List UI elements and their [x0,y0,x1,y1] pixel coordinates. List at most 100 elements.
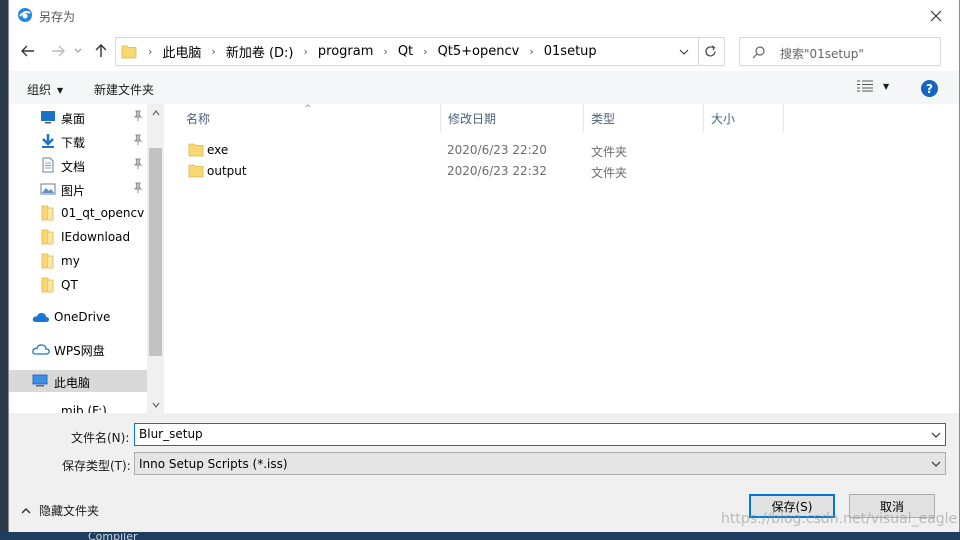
sidebar-item-label: my [61,254,80,268]
sidebar-item-iedownload[interactable]: IEdownload [9,226,147,248]
breadcrumb-separator-icon[interactable]: › [377,45,393,58]
breadcrumb: › 此电脑 › 新加卷 (D:) › program › Qt › Qt5+op… [142,38,601,65]
organize-menu-button[interactable]: 组织 ▼ [27,81,63,98]
breadcrumb-separator-icon[interactable]: › [523,45,539,58]
sidebar-item-label: 下载 [61,136,86,150]
filetype-label: 保存类型(T): [62,459,131,473]
sidebar-item-label: IEdownload [61,230,131,244]
refresh-icon [704,45,716,57]
organize-label: 组织 [27,83,52,97]
details-view-icon [857,80,873,92]
cloud-outline-icon [32,341,50,357]
sidebar-item-onedrive[interactable]: OneDrive [9,306,147,328]
sidebar-item-label: OneDrive [54,310,111,324]
breadcrumb-separator-icon[interactable]: › [205,45,221,58]
filename-label: 文件名(N): [71,431,130,445]
search-placeholder: 搜索"01setup" [780,47,864,61]
title-bar[interactable]: 另存为 [9,0,959,31]
scroll-down-button[interactable] [147,396,164,413]
file-date: 2020/6/23 22:20 [447,143,547,157]
new-folder-button[interactable]: 新建文件夹 [94,81,154,98]
file-type: 文件夹 [591,166,628,180]
view-options-button[interactable]: ▼ [857,80,889,92]
scrollbar-thumb[interactable] [149,148,162,356]
folder-icon [121,44,137,62]
help-button[interactable]: ? [921,80,938,97]
desktop-background [0,532,960,540]
breadcrumb-drive-d[interactable]: 新加卷 (D:) [222,42,298,61]
filename-input[interactable]: Blur_setup [134,423,946,446]
sidebar-item-this-pc[interactable]: 此电脑 [9,370,148,392]
up-button[interactable] [91,41,111,61]
sidebar-item-label: 01_qt_opencv [61,206,145,220]
address-bar[interactable]: › 此电脑 › 新加卷 (D:) › program › Qt › Qt5+op… [115,37,699,66]
file-name: output [207,164,247,178]
sidebar-item-drive-f[interactable]: mib (F:) [9,400,147,413]
sidebar-item-01-qt-opencv[interactable]: 01_qt_opencv [9,202,147,224]
sidebar-item-pictures[interactable]: 图片 [9,178,147,200]
sidebar-item-qt[interactable]: QT [9,274,147,296]
arrow-left-icon [21,45,34,57]
arrow-right-icon [52,45,65,57]
pin-icon[interactable] [133,134,143,149]
file-row[interactable]: exe 2020/6/23 22:20 文件夹 [164,139,784,160]
breadcrumb-qt5-opencv[interactable]: Qt5+opencv [434,44,524,59]
sidebar-item-label: 文档 [61,160,86,174]
cloud-icon [32,309,50,325]
sidebar-item-wps-cloud[interactable]: WPS网盘 [9,338,147,360]
caret-down-icon: ▼ [883,81,890,91]
download-icon [40,133,56,149]
search-box[interactable]: 搜索"01setup" [739,37,941,66]
sidebar-item-my[interactable]: my [9,250,147,272]
sidebar-item-label: mib (F:) [61,404,107,413]
navigation-pane-scrollbar[interactable] [147,104,164,413]
breadcrumb-01setup[interactable]: 01setup [540,44,601,59]
arrow-up-icon [95,44,107,57]
address-dropdown-button[interactable] [670,38,696,65]
breadcrumb-separator-icon[interactable]: › [142,45,158,58]
breadcrumb-program[interactable]: program [314,44,378,59]
forward-button[interactable] [48,41,68,61]
filetype-select[interactable]: Inno Setup Scripts (*.iss) [134,452,946,475]
window-title: 另存为 [39,10,76,24]
save-form: 文件名(N): Blur_setup 保存类型(T): Inno Setup S… [9,413,959,532]
sidebar-item-desktop[interactable]: 桌面 [9,106,147,128]
breadcrumb-this-pc[interactable]: 此电脑 [158,42,205,61]
sidebar-item-documents[interactable]: 文档 [9,154,147,176]
search-icon [752,45,766,62]
refresh-button[interactable] [696,37,725,66]
navigation-pane[interactable]: 桌面 下载 文档 图片 01_qt_opencv IEdownload my Q… [9,104,164,413]
chevron-up-icon [21,507,31,513]
close-icon [930,10,942,21]
chevron-down-icon [152,402,159,408]
recent-locations-button[interactable] [71,41,85,61]
folder-icon [188,163,204,181]
chevron-down-icon [74,48,82,53]
filetype-dropdown-button[interactable] [927,453,945,474]
back-button[interactable] [18,41,38,61]
breadcrumb-separator-icon[interactable]: › [298,45,314,58]
pin-icon[interactable] [133,158,143,173]
breadcrumb-separator-icon[interactable]: › [417,45,433,58]
file-row[interactable]: output 2020/6/23 22:32 文件夹 [164,160,784,181]
file-list[interactable]: ^ 名称 修改日期 类型 大小 exe 2020/6/23 22:20 文件夹 … [164,104,952,413]
breadcrumb-qt[interactable]: Qt [394,44,417,59]
pin-icon[interactable] [133,182,143,197]
pin-icon[interactable] [133,110,143,125]
sidebar-item-label: WPS网盘 [54,344,105,358]
scroll-up-button[interactable] [147,104,164,121]
column-header-size[interactable]: 大小 [704,104,784,132]
chevron-down-icon [931,461,941,467]
sidebar-item-label: QT [61,278,78,292]
document-icon [40,157,56,173]
column-header-type[interactable]: 类型 [584,104,704,132]
column-header-date-modified[interactable]: 修改日期 [441,104,584,132]
column-header-name[interactable]: 名称 [179,104,441,132]
sidebar-item-downloads[interactable]: 下载 [9,130,147,152]
chevron-down-icon [931,432,941,438]
file-type: 文件夹 [591,145,628,159]
close-button[interactable] [913,0,959,31]
hide-folders-button[interactable]: 隐藏文件夹 [21,502,99,519]
filename-dropdown-button[interactable] [927,424,945,445]
sidebar-item-label: 图片 [61,184,86,198]
